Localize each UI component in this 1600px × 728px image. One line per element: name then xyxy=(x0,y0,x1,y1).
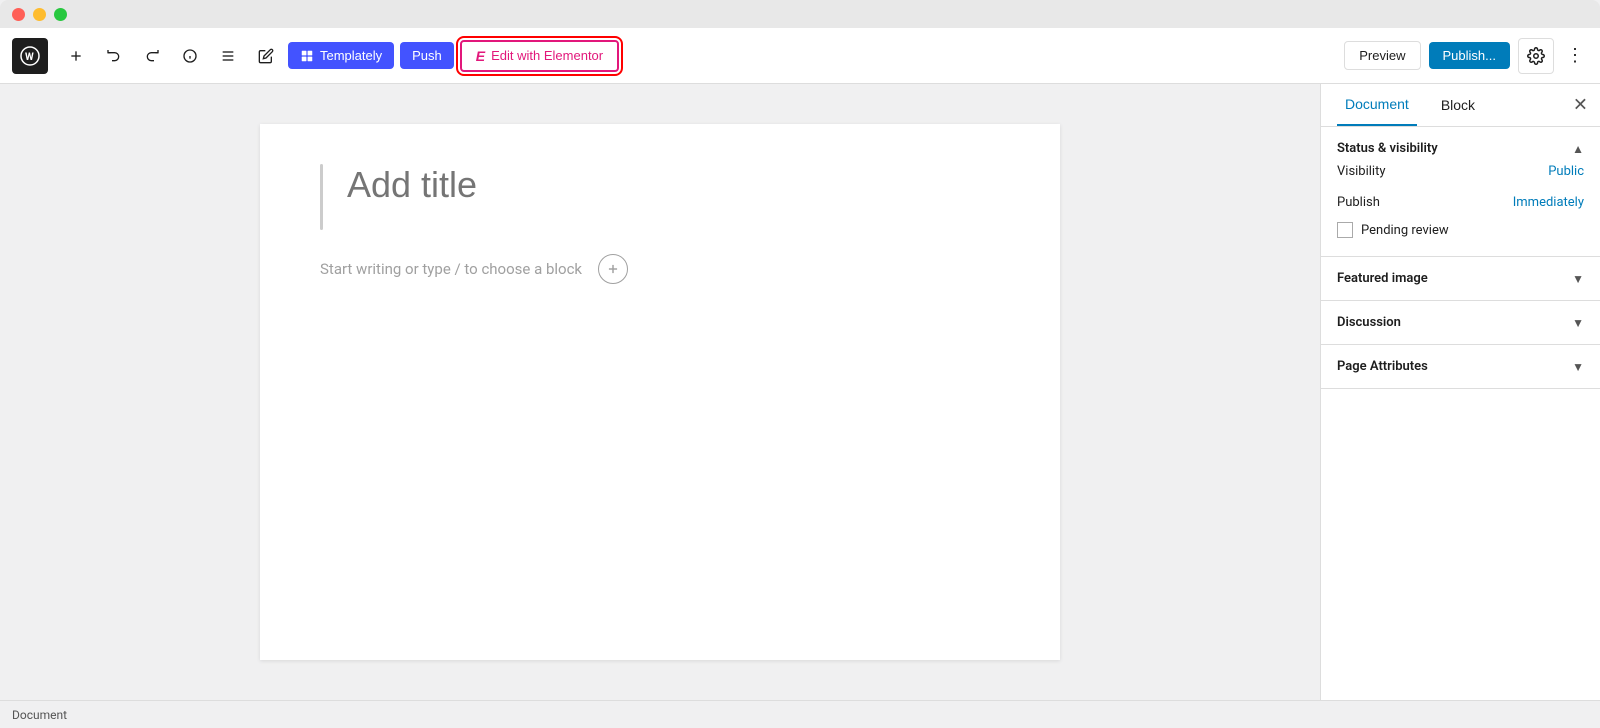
status-visibility-title: Status & visibility xyxy=(1337,141,1438,156)
wp-logo[interactable]: W xyxy=(12,38,48,74)
status-bar-text: Document xyxy=(12,708,67,722)
featured-image-chevron: ▼ xyxy=(1572,272,1584,286)
status-visibility-chevron: ▲ xyxy=(1572,142,1584,156)
visibility-row: Visibility Public xyxy=(1337,156,1584,187)
add-block-inline-button[interactable] xyxy=(598,254,628,284)
editor-body: Start writing or type / to choose a bloc… xyxy=(0,84,1600,700)
traffic-light-red[interactable] xyxy=(12,8,25,21)
add-block-toolbar-btn[interactable] xyxy=(60,40,92,72)
pending-review-checkbox[interactable] xyxy=(1337,222,1353,238)
more-options-button[interactable]: ⋮ xyxy=(1562,41,1588,70)
push-button[interactable]: Push xyxy=(400,42,454,69)
discussion-section: Discussion ▼ xyxy=(1321,301,1600,345)
toolbar: W xyxy=(0,28,1600,84)
content-area: Start writing or type / to choose a bloc… xyxy=(320,254,1000,284)
sidebar-close-button[interactable]: ✕ xyxy=(1573,95,1588,116)
status-visibility-header[interactable]: Status & visibility ▲ xyxy=(1337,141,1584,156)
visibility-label: Visibility xyxy=(1337,164,1386,179)
featured-image-title: Featured image xyxy=(1337,271,1428,286)
toolbar-left: W xyxy=(12,38,1336,74)
undo-btn[interactable] xyxy=(98,40,130,72)
tab-block[interactable]: Block xyxy=(1433,84,1483,126)
page-attributes-chevron: ▼ xyxy=(1572,360,1584,374)
editor-canvas: Start writing or type / to choose a bloc… xyxy=(260,124,1060,660)
tab-document[interactable]: Document xyxy=(1337,84,1417,126)
post-title-input[interactable] xyxy=(335,164,1000,206)
content-placeholder-text: Start writing or type / to choose a bloc… xyxy=(320,260,582,278)
status-bar: Document xyxy=(0,700,1600,728)
traffic-light-yellow[interactable] xyxy=(33,8,46,21)
editor-main: Start writing or type / to choose a bloc… xyxy=(0,84,1320,700)
status-visibility-section: Status & visibility ▲ Visibility Public … xyxy=(1321,127,1600,257)
sidebar-tabs: Document Block ✕ xyxy=(1321,84,1600,127)
visibility-value[interactable]: Public xyxy=(1548,164,1584,179)
traffic-light-green[interactable] xyxy=(54,8,67,21)
featured-image-section: Featured image ▼ xyxy=(1321,257,1600,301)
templately-button[interactable]: Templately xyxy=(288,42,394,69)
redo-btn[interactable] xyxy=(136,40,168,72)
svg-text:W: W xyxy=(25,52,34,63)
discussion-title: Discussion xyxy=(1337,315,1401,330)
pending-review-row: Pending review xyxy=(1337,218,1584,242)
list-view-btn[interactable] xyxy=(212,40,244,72)
toolbar-right: Preview Publish... ⋮ xyxy=(1344,38,1588,74)
edit-btn[interactable] xyxy=(250,40,282,72)
page-attributes-title: Page Attributes xyxy=(1337,359,1428,374)
settings-button[interactable] xyxy=(1518,38,1554,74)
publish-button[interactable]: Publish... xyxy=(1429,42,1510,69)
page-attributes-section: Page Attributes ▼ xyxy=(1321,345,1600,389)
edit-with-elementor-button[interactable]: E Edit with Elementor xyxy=(460,40,619,72)
publish-value[interactable]: Immediately xyxy=(1513,195,1584,210)
info-btn[interactable] xyxy=(174,40,206,72)
featured-image-header[interactable]: Featured image ▼ xyxy=(1337,271,1584,286)
discussion-chevron: ▼ xyxy=(1572,316,1584,330)
pending-review-label: Pending review xyxy=(1361,223,1449,238)
publish-label: Publish xyxy=(1337,195,1380,210)
publish-row: Publish Immediately xyxy=(1337,187,1584,218)
elementor-icon: E xyxy=(476,48,485,64)
sidebar: Document Block ✕ Status & visibility ▲ V… xyxy=(1320,84,1600,700)
page-attributes-header[interactable]: Page Attributes ▼ xyxy=(1337,359,1584,374)
discussion-header[interactable]: Discussion ▼ xyxy=(1337,315,1584,330)
preview-button[interactable]: Preview xyxy=(1344,41,1420,70)
